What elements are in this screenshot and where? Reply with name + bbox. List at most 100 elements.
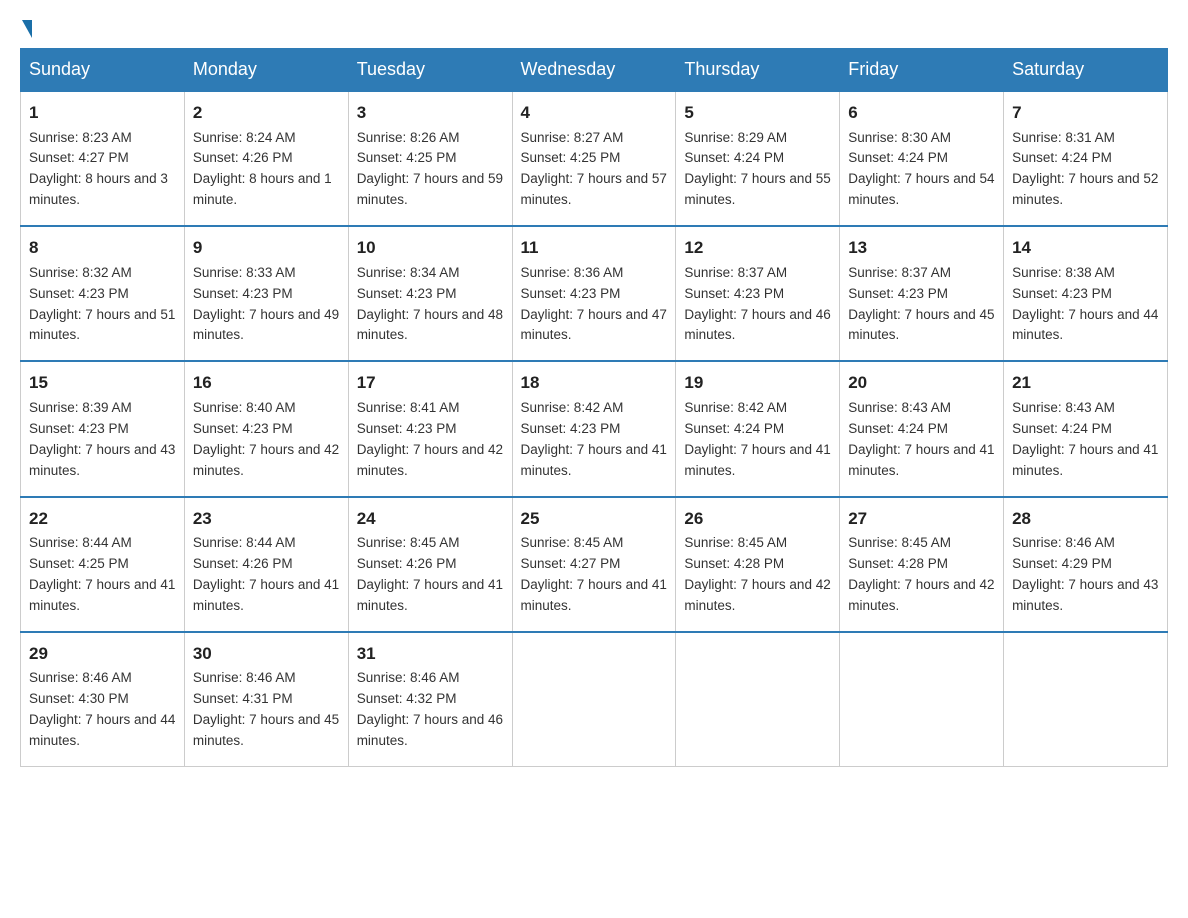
calendar-day-27: 27 Sunrise: 8:45 AMSunset: 4:28 PMDaylig… bbox=[840, 497, 1004, 632]
day-info: Sunrise: 8:46 AMSunset: 4:31 PMDaylight:… bbox=[193, 670, 339, 748]
day-info: Sunrise: 8:34 AMSunset: 4:23 PMDaylight:… bbox=[357, 265, 503, 343]
day-info: Sunrise: 8:46 AMSunset: 4:30 PMDaylight:… bbox=[29, 670, 175, 748]
calendar-day-30: 30 Sunrise: 8:46 AMSunset: 4:31 PMDaylig… bbox=[184, 632, 348, 767]
day-info: Sunrise: 8:43 AMSunset: 4:24 PMDaylight:… bbox=[1012, 400, 1158, 478]
calendar-day-17: 17 Sunrise: 8:41 AMSunset: 4:23 PMDaylig… bbox=[348, 361, 512, 496]
calendar-day-12: 12 Sunrise: 8:37 AMSunset: 4:23 PMDaylig… bbox=[676, 226, 840, 361]
calendar-day-14: 14 Sunrise: 8:38 AMSunset: 4:23 PMDaylig… bbox=[1004, 226, 1168, 361]
day-info: Sunrise: 8:37 AMSunset: 4:23 PMDaylight:… bbox=[684, 265, 830, 343]
day-number: 4 bbox=[521, 100, 668, 126]
day-info: Sunrise: 8:45 AMSunset: 4:28 PMDaylight:… bbox=[848, 535, 994, 613]
calendar-day-16: 16 Sunrise: 8:40 AMSunset: 4:23 PMDaylig… bbox=[184, 361, 348, 496]
day-info: Sunrise: 8:30 AMSunset: 4:24 PMDaylight:… bbox=[848, 130, 994, 208]
day-number: 8 bbox=[29, 235, 176, 261]
day-number: 9 bbox=[193, 235, 340, 261]
day-number: 12 bbox=[684, 235, 831, 261]
calendar-day-5: 5 Sunrise: 8:29 AMSunset: 4:24 PMDayligh… bbox=[676, 91, 840, 226]
day-info: Sunrise: 8:40 AMSunset: 4:23 PMDaylight:… bbox=[193, 400, 339, 478]
day-info: Sunrise: 8:44 AMSunset: 4:26 PMDaylight:… bbox=[193, 535, 339, 613]
week-row-5: 29 Sunrise: 8:46 AMSunset: 4:30 PMDaylig… bbox=[21, 632, 1168, 767]
day-info: Sunrise: 8:23 AMSunset: 4:27 PMDaylight:… bbox=[29, 130, 168, 208]
calendar-day-18: 18 Sunrise: 8:42 AMSunset: 4:23 PMDaylig… bbox=[512, 361, 676, 496]
empty-cell bbox=[1004, 632, 1168, 767]
day-info: Sunrise: 8:44 AMSunset: 4:25 PMDaylight:… bbox=[29, 535, 175, 613]
calendar-day-6: 6 Sunrise: 8:30 AMSunset: 4:24 PMDayligh… bbox=[840, 91, 1004, 226]
calendar-day-7: 7 Sunrise: 8:31 AMSunset: 4:24 PMDayligh… bbox=[1004, 91, 1168, 226]
day-info: Sunrise: 8:46 AMSunset: 4:29 PMDaylight:… bbox=[1012, 535, 1158, 613]
week-row-3: 15 Sunrise: 8:39 AMSunset: 4:23 PMDaylig… bbox=[21, 361, 1168, 496]
day-number: 31 bbox=[357, 641, 504, 667]
week-row-4: 22 Sunrise: 8:44 AMSunset: 4:25 PMDaylig… bbox=[21, 497, 1168, 632]
day-info: Sunrise: 8:38 AMSunset: 4:23 PMDaylight:… bbox=[1012, 265, 1158, 343]
day-info: Sunrise: 8:46 AMSunset: 4:32 PMDaylight:… bbox=[357, 670, 503, 748]
logo bbox=[20, 20, 32, 38]
day-info: Sunrise: 8:36 AMSunset: 4:23 PMDaylight:… bbox=[521, 265, 667, 343]
calendar-day-11: 11 Sunrise: 8:36 AMSunset: 4:23 PMDaylig… bbox=[512, 226, 676, 361]
day-header-friday: Friday bbox=[840, 49, 1004, 92]
day-number: 6 bbox=[848, 100, 995, 126]
calendar-table: SundayMondayTuesdayWednesdayThursdayFrid… bbox=[20, 48, 1168, 767]
calendar-day-29: 29 Sunrise: 8:46 AMSunset: 4:30 PMDaylig… bbox=[21, 632, 185, 767]
day-info: Sunrise: 8:37 AMSunset: 4:23 PMDaylight:… bbox=[848, 265, 994, 343]
day-number: 1 bbox=[29, 100, 176, 126]
day-header-saturday: Saturday bbox=[1004, 49, 1168, 92]
day-number: 19 bbox=[684, 370, 831, 396]
day-number: 15 bbox=[29, 370, 176, 396]
calendar-day-24: 24 Sunrise: 8:45 AMSunset: 4:26 PMDaylig… bbox=[348, 497, 512, 632]
day-info: Sunrise: 8:27 AMSunset: 4:25 PMDaylight:… bbox=[521, 130, 667, 208]
calendar-day-19: 19 Sunrise: 8:42 AMSunset: 4:24 PMDaylig… bbox=[676, 361, 840, 496]
day-number: 26 bbox=[684, 506, 831, 532]
day-number: 16 bbox=[193, 370, 340, 396]
week-row-2: 8 Sunrise: 8:32 AMSunset: 4:23 PMDayligh… bbox=[21, 226, 1168, 361]
calendar-day-10: 10 Sunrise: 8:34 AMSunset: 4:23 PMDaylig… bbox=[348, 226, 512, 361]
calendar-day-28: 28 Sunrise: 8:46 AMSunset: 4:29 PMDaylig… bbox=[1004, 497, 1168, 632]
day-number: 23 bbox=[193, 506, 340, 532]
day-header-thursday: Thursday bbox=[676, 49, 840, 92]
calendar-day-8: 8 Sunrise: 8:32 AMSunset: 4:23 PMDayligh… bbox=[21, 226, 185, 361]
day-number: 27 bbox=[848, 506, 995, 532]
day-info: Sunrise: 8:29 AMSunset: 4:24 PMDaylight:… bbox=[684, 130, 830, 208]
header bbox=[20, 20, 1168, 38]
calendar-day-31: 31 Sunrise: 8:46 AMSunset: 4:32 PMDaylig… bbox=[348, 632, 512, 767]
calendar-day-23: 23 Sunrise: 8:44 AMSunset: 4:26 PMDaylig… bbox=[184, 497, 348, 632]
empty-cell bbox=[512, 632, 676, 767]
day-number: 18 bbox=[521, 370, 668, 396]
day-number: 11 bbox=[521, 235, 668, 261]
week-row-1: 1 Sunrise: 8:23 AMSunset: 4:27 PMDayligh… bbox=[21, 91, 1168, 226]
calendar-day-4: 4 Sunrise: 8:27 AMSunset: 4:25 PMDayligh… bbox=[512, 91, 676, 226]
empty-cell bbox=[676, 632, 840, 767]
day-number: 17 bbox=[357, 370, 504, 396]
day-info: Sunrise: 8:41 AMSunset: 4:23 PMDaylight:… bbox=[357, 400, 503, 478]
day-number: 20 bbox=[848, 370, 995, 396]
calendar-day-1: 1 Sunrise: 8:23 AMSunset: 4:27 PMDayligh… bbox=[21, 91, 185, 226]
day-info: Sunrise: 8:42 AMSunset: 4:23 PMDaylight:… bbox=[521, 400, 667, 478]
day-info: Sunrise: 8:39 AMSunset: 4:23 PMDaylight:… bbox=[29, 400, 175, 478]
day-info: Sunrise: 8:45 AMSunset: 4:26 PMDaylight:… bbox=[357, 535, 503, 613]
calendar-day-2: 2 Sunrise: 8:24 AMSunset: 4:26 PMDayligh… bbox=[184, 91, 348, 226]
calendar-day-13: 13 Sunrise: 8:37 AMSunset: 4:23 PMDaylig… bbox=[840, 226, 1004, 361]
calendar-day-20: 20 Sunrise: 8:43 AMSunset: 4:24 PMDaylig… bbox=[840, 361, 1004, 496]
day-info: Sunrise: 8:45 AMSunset: 4:27 PMDaylight:… bbox=[521, 535, 667, 613]
day-info: Sunrise: 8:42 AMSunset: 4:24 PMDaylight:… bbox=[684, 400, 830, 478]
day-number: 25 bbox=[521, 506, 668, 532]
day-number: 28 bbox=[1012, 506, 1159, 532]
day-number: 3 bbox=[357, 100, 504, 126]
day-header-wednesday: Wednesday bbox=[512, 49, 676, 92]
day-info: Sunrise: 8:45 AMSunset: 4:28 PMDaylight:… bbox=[684, 535, 830, 613]
day-info: Sunrise: 8:33 AMSunset: 4:23 PMDaylight:… bbox=[193, 265, 339, 343]
calendar-day-15: 15 Sunrise: 8:39 AMSunset: 4:23 PMDaylig… bbox=[21, 361, 185, 496]
day-number: 7 bbox=[1012, 100, 1159, 126]
day-number: 21 bbox=[1012, 370, 1159, 396]
day-info: Sunrise: 8:31 AMSunset: 4:24 PMDaylight:… bbox=[1012, 130, 1158, 208]
day-number: 2 bbox=[193, 100, 340, 126]
calendar-day-25: 25 Sunrise: 8:45 AMSunset: 4:27 PMDaylig… bbox=[512, 497, 676, 632]
logo-blue-text bbox=[20, 20, 32, 38]
day-info: Sunrise: 8:24 AMSunset: 4:26 PMDaylight:… bbox=[193, 130, 332, 208]
calendar-day-26: 26 Sunrise: 8:45 AMSunset: 4:28 PMDaylig… bbox=[676, 497, 840, 632]
day-header-monday: Monday bbox=[184, 49, 348, 92]
day-info: Sunrise: 8:26 AMSunset: 4:25 PMDaylight:… bbox=[357, 130, 503, 208]
day-info: Sunrise: 8:32 AMSunset: 4:23 PMDaylight:… bbox=[29, 265, 175, 343]
day-number: 30 bbox=[193, 641, 340, 667]
day-number: 22 bbox=[29, 506, 176, 532]
calendar-header-row: SundayMondayTuesdayWednesdayThursdayFrid… bbox=[21, 49, 1168, 92]
